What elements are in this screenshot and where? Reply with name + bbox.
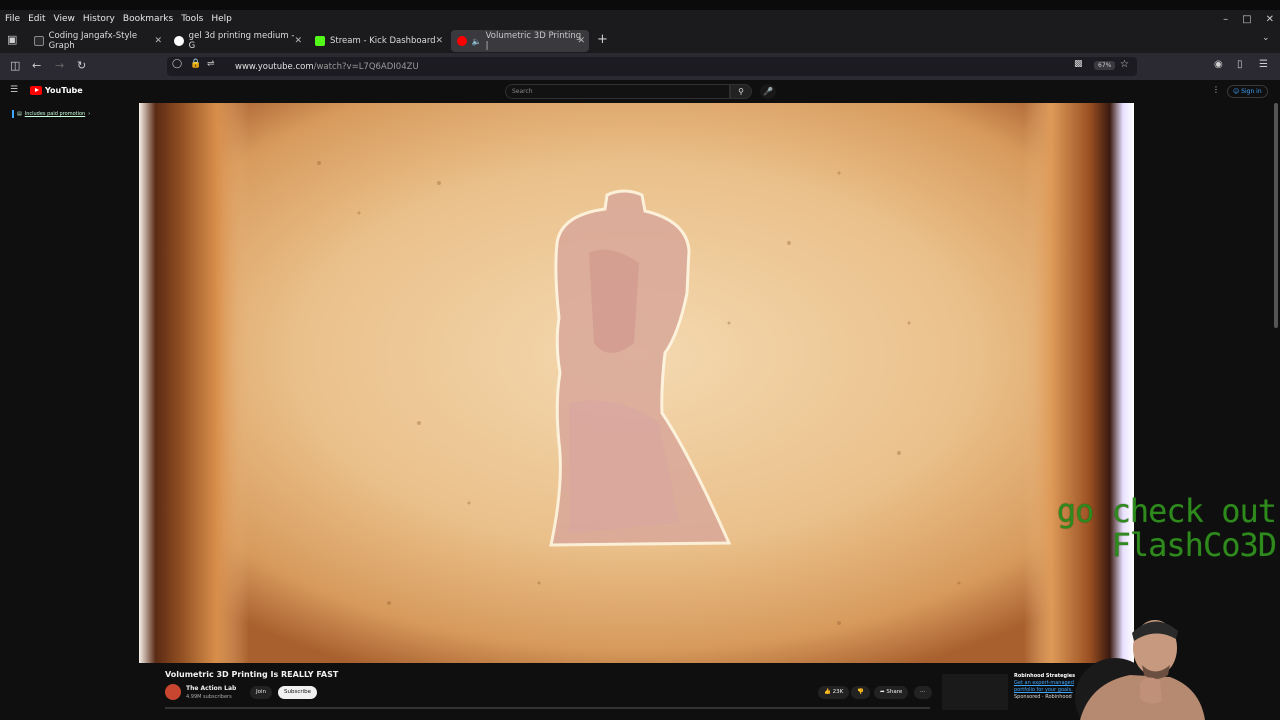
share-button[interactable]: ➦ Share bbox=[874, 686, 909, 699]
overlay-line-2: FlashCo3D bbox=[1111, 526, 1277, 564]
tab-close-icon[interactable]: ✕ bbox=[577, 36, 585, 46]
extensions-icon[interactable]: ▯ bbox=[1237, 59, 1243, 70]
back-icon[interactable]: ← bbox=[32, 59, 41, 72]
maximize-icon[interactable]: □ bbox=[1242, 14, 1251, 25]
like-button[interactable]: 👍 23K bbox=[818, 686, 850, 699]
tab-youtube[interactable]: 🔈 Volumetric 3D Printing | ✕ bbox=[451, 30, 589, 52]
tab-close-icon[interactable]: ✕ bbox=[435, 36, 443, 46]
streamer-figure bbox=[1075, 620, 1205, 720]
url-host: www.youtube.com bbox=[235, 61, 314, 72]
close-icon[interactable]: ✕ bbox=[1266, 14, 1274, 25]
sign-in-button[interactable]: ☺ Sign in bbox=[1227, 85, 1268, 98]
menu-view[interactable]: View bbox=[54, 14, 75, 24]
permissions-icon[interactable]: ⇌ bbox=[207, 59, 215, 69]
url-path: /watch?v=L7Q6ADI04ZU bbox=[313, 61, 419, 72]
forward-icon[interactable]: → bbox=[55, 59, 64, 72]
tab-coding[interactable]: Coding Jangafx-Style Graph ✕ bbox=[28, 30, 166, 52]
pip-icon[interactable]: ▩ bbox=[1074, 59, 1083, 69]
menu-tools[interactable]: Tools bbox=[181, 14, 203, 24]
zoom-badge[interactable]: 67% bbox=[1094, 61, 1116, 70]
promo-label: Includes paid promotion bbox=[24, 111, 86, 117]
sign-in-label: Sign in bbox=[1241, 88, 1262, 95]
share-label: Share bbox=[886, 689, 903, 695]
progress-bar[interactable] bbox=[165, 707, 930, 709]
tab-google[interactable]: gel 3d printing medium - G ✕ bbox=[168, 30, 306, 52]
join-button[interactable]: Join bbox=[250, 686, 273, 699]
vessel-right-wall bbox=[1024, 103, 1134, 663]
dislike-button[interactable]: 👎 bbox=[851, 686, 870, 699]
page-scrollbar[interactable] bbox=[1274, 103, 1278, 328]
speaker-icon[interactable]: 🔈 bbox=[472, 37, 482, 46]
menu-bookmarks[interactable]: Bookmarks bbox=[123, 14, 173, 24]
youtube-icon bbox=[457, 36, 467, 46]
channel-subscribers: 4.99M subscribers bbox=[186, 694, 232, 700]
overlay-line-1: go check out bbox=[1056, 492, 1277, 530]
star-icon[interactable]: ☆ bbox=[1120, 59, 1129, 70]
ad-thumbnail[interactable] bbox=[942, 674, 1008, 710]
youtube-logo-text: YouTube bbox=[45, 86, 83, 95]
tab-label: Volumetric 3D Printing | bbox=[485, 31, 582, 51]
tab-close-icon[interactable]: ✕ bbox=[294, 36, 302, 46]
kick-icon bbox=[315, 36, 325, 46]
youtube-logo[interactable]: YouTube bbox=[30, 86, 83, 95]
minimize-icon[interactable]: – bbox=[1223, 14, 1228, 25]
menu-history[interactable]: History bbox=[83, 14, 115, 24]
paid-promotion-notice[interactable]: ▤ Includes paid promotion › bbox=[12, 110, 90, 118]
channel-name[interactable]: The Action Lab bbox=[186, 685, 236, 692]
thumbs-down-icon: 👎 bbox=[857, 689, 864, 695]
menu-help[interactable]: Help bbox=[211, 14, 232, 24]
chevron-right-icon: › bbox=[88, 111, 91, 117]
account-icon[interactable]: ◉ bbox=[1214, 59, 1223, 70]
google-icon bbox=[174, 36, 184, 46]
yt-menu-icon[interactable]: ☰ bbox=[10, 85, 18, 95]
search-icon[interactable]: ⚲ bbox=[730, 84, 752, 99]
lock-icon[interactable]: 🔒 bbox=[190, 59, 201, 69]
sidebar-icon[interactable]: ◫ bbox=[10, 59, 20, 72]
dev-icon bbox=[34, 36, 44, 46]
top-strip bbox=[0, 0, 1280, 10]
search-input[interactable]: Search bbox=[505, 84, 730, 99]
webcam-overlay bbox=[1070, 603, 1210, 720]
tab-bar: ▣ Coding Jangafx-Style Graph ✕ gel 3d pr… bbox=[0, 28, 1280, 53]
stream-overlay-text: go check out FlashCo3D bbox=[1040, 492, 1277, 564]
tab-kick[interactable]: Stream - Kick Dashboard ✕ bbox=[309, 30, 447, 52]
video-player[interactable] bbox=[139, 103, 1134, 663]
chevron-down-icon[interactable]: ⌄ bbox=[1262, 33, 1270, 43]
hamburger-menu-icon[interactable]: ☰ bbox=[1259, 59, 1268, 70]
youtube-header: ☰ YouTube Search ⚲ 🎤 ⋮ ☺ Sign in bbox=[0, 80, 1280, 103]
tab-label: Coding Jangafx-Style Graph bbox=[48, 31, 138, 51]
new-tab-icon[interactable]: + bbox=[597, 32, 608, 47]
tab-close-icon[interactable]: ✕ bbox=[154, 36, 162, 46]
shield-icon[interactable]: ◯ bbox=[172, 59, 182, 69]
url-bar[interactable]: www.youtube.com/watch?v=L7Q6ADI04ZU bbox=[167, 57, 1137, 76]
microphone-icon[interactable]: 🎤 bbox=[760, 84, 776, 99]
video-title: Volumetric 3D Printing Is REALLY FAST bbox=[165, 670, 339, 679]
nav-bar: ◫ ← → ↻ www.youtube.com/watch?v=L7Q6ADI0… bbox=[0, 53, 1280, 80]
menu-bar: File Edit View History Bookmarks Tools H… bbox=[0, 10, 1280, 28]
video-frame bbox=[139, 103, 1134, 663]
window-controls: – □ ✕ bbox=[1223, 10, 1274, 28]
info-icon: ▤ bbox=[17, 111, 22, 117]
more-horizontal-icon: ⋯ bbox=[920, 689, 926, 695]
menu-file[interactable]: File bbox=[5, 14, 20, 24]
more-actions-button[interactable]: ⋯ bbox=[914, 686, 932, 699]
promo-accent bbox=[12, 110, 14, 118]
tab-label: Stream - Kick Dashboard bbox=[330, 36, 436, 46]
menu-edit[interactable]: Edit bbox=[28, 14, 45, 24]
reload-icon[interactable]: ↻ bbox=[77, 59, 86, 72]
more-options-icon[interactable]: ⋮ bbox=[1212, 85, 1220, 94]
tab-label: gel 3d printing medium - G bbox=[188, 31, 295, 51]
subscribe-button[interactable]: Subscribe bbox=[278, 686, 318, 699]
tab-overview-icon[interactable]: ▣ bbox=[7, 33, 17, 46]
vessel-left-wall bbox=[139, 103, 249, 663]
like-count: 23K bbox=[832, 689, 844, 695]
youtube-play-icon bbox=[30, 86, 42, 95]
channel-avatar[interactable] bbox=[165, 684, 181, 700]
